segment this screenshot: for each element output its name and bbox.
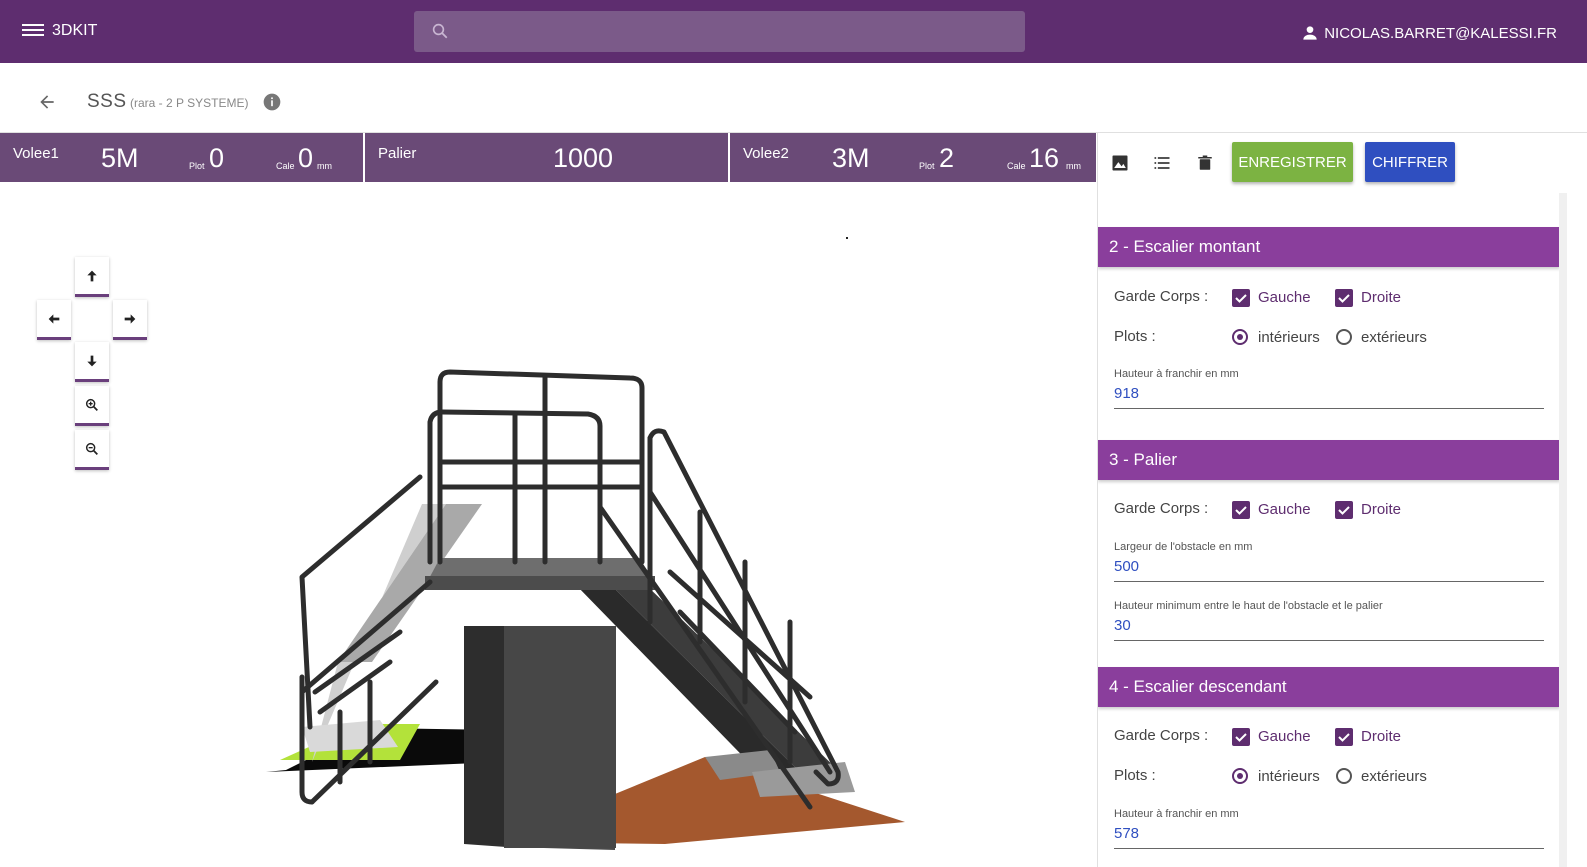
interieurs-label[interactable]: intérieurs — [1258, 768, 1320, 785]
dimension-strip: Volee1 5M Plot 0 Cale 0 mm Palier 1000 V… — [0, 133, 1096, 182]
search-icon — [432, 23, 448, 39]
interieurs-radio[interactable] — [1232, 768, 1248, 784]
list-icon[interactable] — [1151, 153, 1173, 173]
hauteur-min-field[interactable] — [1114, 617, 1544, 641]
interieurs-label[interactable]: intérieurs — [1258, 329, 1320, 346]
panel-toolbar: ENREGISTRER CHIFFRER — [1098, 133, 1559, 191]
app-title[interactable]: 3DKIT — [52, 22, 97, 40]
largeur-input[interactable] — [1114, 558, 1544, 575]
3d-viewer[interactable] — [0, 182, 1096, 867]
garde-corps-label: Garde Corps : — [1114, 500, 1209, 517]
user-account[interactable]: NICOLAS.BARRET@KALESSI.FR — [1300, 23, 1557, 43]
droite-label[interactable]: Droite — [1361, 501, 1401, 518]
section-escalier-descendant: 4 - Escalier descendant — [1098, 667, 1559, 707]
exterieurs-radio[interactable] — [1336, 329, 1352, 345]
zoom-in-icon[interactable] — [75, 386, 109, 426]
largeur-label: Largeur de l'obstacle en mm — [1114, 541, 1253, 553]
arrow-up-icon[interactable] — [75, 257, 109, 297]
exterieurs-label[interactable]: extérieurs — [1361, 329, 1427, 346]
image-icon[interactable] — [1110, 153, 1130, 173]
garde-corps-label: Garde Corps : — [1114, 727, 1209, 744]
volee2-cale-label: Cale — [1007, 161, 1026, 171]
largeur-field[interactable] — [1114, 558, 1544, 582]
search-input[interactable] — [460, 11, 1010, 52]
project-header: SSS (rara - 2 P SYSTEME) — [0, 63, 1587, 133]
droite-label[interactable]: Droite — [1361, 728, 1401, 745]
section-escalier-montant: 2 - Escalier montant — [1098, 227, 1559, 267]
volee2-unit: mm — [1066, 161, 1081, 171]
app-bar: 3DKIT NICOLAS.BARRET@KALESSI.FR — [0, 0, 1587, 63]
volee1-cale-value: 0 — [298, 143, 314, 173]
droite-label[interactable]: Droite — [1361, 289, 1401, 306]
volee1-plot-value: 0 — [209, 143, 225, 173]
arrow-down-icon[interactable] — [75, 342, 109, 382]
gauche-label[interactable]: Gauche — [1258, 501, 1311, 518]
gauche-checkbox[interactable] — [1232, 289, 1250, 307]
hauteur-field[interactable] — [1114, 385, 1544, 409]
save-button[interactable]: ENREGISTRER — [1232, 142, 1353, 182]
hauteur-input[interactable] — [1114, 385, 1544, 402]
droite-checkbox[interactable] — [1335, 289, 1353, 307]
hauteur-label: Hauteur à franchir en mm — [1114, 808, 1239, 820]
volee2-segment: Volee2 3M Plot 2 Cale 16 mm — [730, 133, 1096, 182]
volee2-length: 3M — [832, 143, 870, 173]
exterieurs-label[interactable]: extérieurs — [1361, 768, 1427, 785]
palier-label: Palier — [378, 145, 417, 162]
viewer-dot — [846, 237, 848, 239]
project-subtitle: (rara - 2 P SYSTEME) — [130, 96, 249, 110]
volee1-length: 5M — [101, 143, 139, 173]
config-panel: ENREGISTRER CHIFFRER 2 - Escalier montan… — [1097, 133, 1559, 867]
panel-scrollbar[interactable] — [1559, 193, 1567, 867]
hauteur-field[interactable] — [1114, 825, 1544, 849]
volee1-segment: Volee1 5M Plot 0 Cale 0 mm — [0, 133, 365, 182]
gauche-label[interactable]: Gauche — [1258, 728, 1311, 745]
plots-label: Plots : — [1114, 767, 1156, 784]
exterieurs-radio[interactable] — [1336, 768, 1352, 784]
hauteur-min-label: Hauteur minimum entre le haut de l'obsta… — [1114, 600, 1383, 612]
droite-checkbox[interactable] — [1335, 728, 1353, 746]
interieurs-radio[interactable] — [1232, 329, 1248, 345]
hauteur-min-input[interactable] — [1114, 617, 1544, 634]
plots-label: Plots : — [1114, 328, 1156, 345]
hauteur-input[interactable] — [1114, 825, 1544, 842]
volee1-unit: mm — [317, 161, 332, 171]
project-name: SSS — [87, 91, 127, 112]
arrow-back-icon[interactable] — [37, 92, 57, 112]
volee2-label: Volee2 — [743, 145, 789, 162]
volee2-plot-value: 2 — [939, 143, 955, 173]
volee1-label: Volee1 — [13, 145, 59, 162]
quote-button[interactable]: CHIFFRER — [1365, 142, 1455, 182]
hauteur-label: Hauteur à franchir en mm — [1114, 368, 1239, 380]
delete-icon[interactable] — [1196, 153, 1214, 173]
info-icon[interactable] — [262, 92, 282, 112]
menu-icon[interactable] — [22, 21, 44, 41]
garde-corps-label: Garde Corps : — [1114, 288, 1209, 305]
gauche-checkbox[interactable] — [1232, 728, 1250, 746]
volee2-plot-label: Plot — [919, 161, 935, 171]
volee2-cale-value: 16 — [1029, 143, 1060, 173]
palier-segment: Palier 1000 — [365, 133, 730, 182]
gauche-label[interactable]: Gauche — [1258, 289, 1311, 306]
volee1-plot-label: Plot — [189, 161, 205, 171]
account-icon — [1303, 26, 1317, 40]
volee1-cale-label: Cale — [276, 161, 295, 171]
arrow-right-icon[interactable] — [113, 300, 147, 340]
stair-3d-model[interactable] — [250, 332, 930, 852]
arrow-left-icon[interactable] — [37, 300, 71, 340]
user-email: NICOLAS.BARRET@KALESSI.FR — [1324, 24, 1557, 42]
droite-checkbox[interactable] — [1335, 501, 1353, 519]
section-palier: 3 - Palier — [1098, 440, 1559, 480]
search-box[interactable] — [414, 11, 1025, 52]
zoom-out-icon[interactable] — [75, 430, 109, 470]
palier-value: 1000 — [553, 143, 614, 173]
gauche-checkbox[interactable] — [1232, 501, 1250, 519]
